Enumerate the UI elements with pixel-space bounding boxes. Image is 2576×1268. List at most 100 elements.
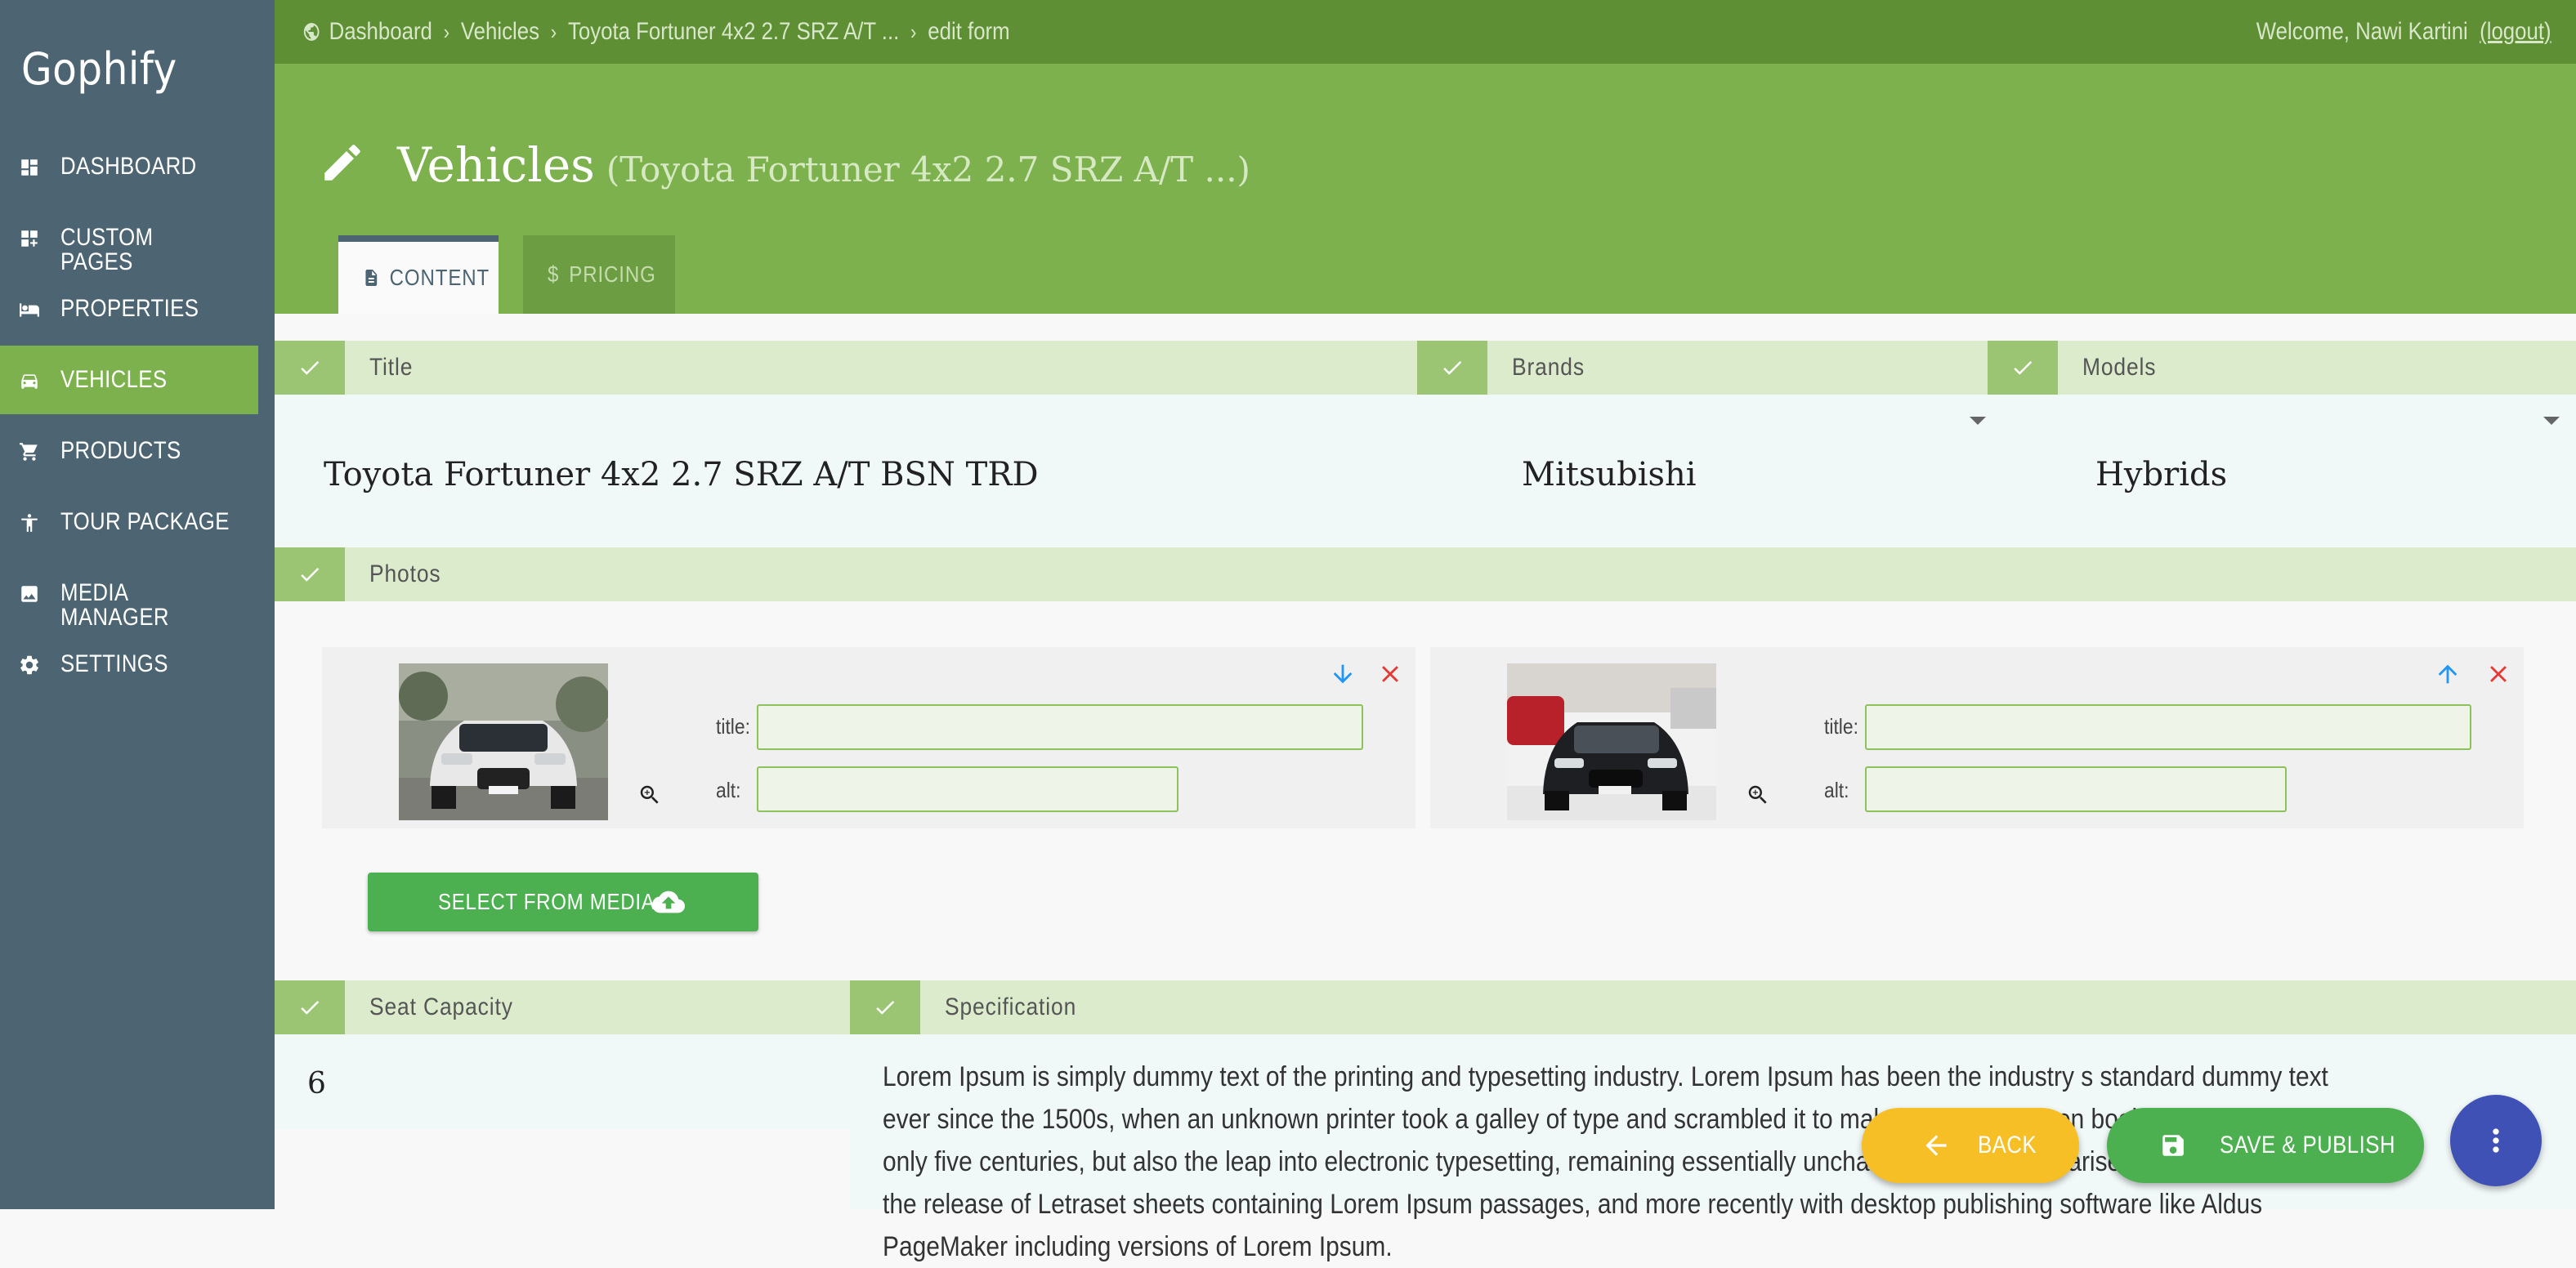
field-label: Specification — [945, 993, 1077, 1020]
field-label: Photos — [369, 560, 441, 587]
tab-pricing[interactable]: $ PRICING — [523, 235, 675, 314]
breadcrumb-dashboard[interactable]: Dashboard — [329, 18, 432, 46]
chevron-right-icon: › — [550, 20, 557, 44]
photo-card: title: alt: — [322, 647, 1415, 828]
photo-alt-label: alt: — [1824, 778, 1849, 802]
check-icon — [1417, 341, 1487, 395]
select-from-media-button[interactable]: SELECT FROM MEDIA — [368, 873, 758, 931]
breadcrumb-vehicle[interactable]: Toyota Fortuner 4x2 2.7 SRZ A/T ... — [568, 18, 899, 46]
models-field-header: Models — [1988, 341, 2576, 395]
sidebar-item-label: SETTINGS — [60, 650, 168, 677]
logout-link[interactable]: (logout) — [2480, 18, 2551, 45]
photo-thumbnail[interactable] — [399, 663, 608, 820]
photo-alt-input[interactable] — [1865, 766, 2287, 812]
sidebar-item-media-manager[interactable]: MEDIA MANAGER — [0, 559, 258, 631]
dollar-icon: $ — [548, 261, 560, 287]
page-subtitle: (Toyota Fortuner 4x2 2.7 SRZ A/T ...) — [606, 150, 1250, 190]
sidebar-item-label: CUSTOM PAGES — [60, 224, 154, 275]
zoom-icon[interactable] — [1746, 783, 1770, 807]
models-select[interactable]: Hybrids — [2095, 456, 2227, 493]
button-label: SELECT FROM MEDIA — [438, 889, 655, 914]
document-icon — [365, 270, 378, 286]
check-icon — [275, 341, 345, 395]
sidebar-item-label: MEDIA MANAGER — [60, 579, 169, 631]
breadcrumb-current: edit form — [928, 18, 1010, 45]
chevron-down-icon[interactable] — [1970, 417, 1986, 425]
seat-capacity-input[interactable]: 6 — [307, 1067, 326, 1101]
photo-card: title: alt: — [1430, 647, 2524, 828]
check-icon — [850, 980, 920, 1034]
image-icon — [18, 583, 41, 605]
sidebar-item-label: PRODUCTS — [60, 437, 181, 464]
chevron-down-icon[interactable] — [2543, 417, 2560, 425]
sidebar-item-custom-pages[interactable]: CUSTOM PAGES — [0, 203, 258, 275]
app-brand[interactable]: Gophify — [21, 47, 177, 92]
photo-thumbnail[interactable] — [1507, 663, 1716, 820]
arrow-up-icon[interactable] — [2434, 660, 2462, 688]
sidebar-item-label: TOUR PACKAGE — [60, 508, 230, 535]
cloud-upload-icon — [652, 891, 685, 913]
globe-icon — [303, 23, 320, 41]
welcome-text: Welcome, Nawi Kartini — [2256, 18, 2469, 45]
back-label: BACK — [1978, 1132, 2037, 1159]
dashboard-icon — [18, 156, 41, 179]
sidebar-item-vehicles[interactable]: VEHICLES — [0, 346, 258, 414]
arrow-down-icon[interactable] — [1329, 660, 1357, 688]
breadcrumb-vehicles[interactable]: Vehicles — [461, 18, 539, 46]
sidebar-item-label: VEHICLES — [60, 366, 168, 393]
save-label: SAVE & PUBLISH — [2220, 1132, 2396, 1159]
tab-label: CONTENT — [389, 265, 490, 290]
check-icon — [275, 547, 345, 601]
specification-field-header: Specification — [850, 980, 2576, 1034]
person-icon — [18, 511, 41, 534]
photo-title-label: title: — [716, 714, 750, 739]
sidebar: Gophify DASHBOARD CUSTOM PAGES PROPERTIE… — [0, 0, 275, 1209]
field-label: Models — [2082, 354, 2157, 381]
title-input[interactable]: Toyota Fortuner 4x2 2.7 SRZ A/T BSN TRD — [324, 456, 1039, 493]
breadcrumb: Dashboard › Vehicles › Toyota Fortuner 4… — [302, 18, 1010, 46]
user-greeting: Welcome, Nawi Kartini (logout) — [2256, 18, 2551, 46]
chevron-right-icon: › — [910, 20, 917, 44]
sidebar-item-properties[interactable]: PROPERTIES — [0, 275, 258, 343]
page-title: Vehicles (Toyota Fortuner 4x2 2.7 SRZ A/T… — [397, 139, 1250, 196]
seat-capacity-field-header: Seat Capacity — [275, 980, 850, 1034]
photo-alt-input[interactable] — [757, 766, 1178, 812]
photo-title-label: title: — [1824, 714, 1858, 739]
sidebar-item-settings[interactable]: SETTINGS — [0, 630, 258, 699]
field-label: Title — [369, 354, 414, 381]
sidebar-item-dashboard[interactable]: DASHBOARD — [0, 132, 258, 201]
photo-title-input[interactable] — [1865, 704, 2471, 750]
seat-capacity-body — [275, 1034, 850, 1129]
page-title-text: Vehicles — [397, 137, 595, 193]
sidebar-item-label: DASHBOARD — [60, 153, 197, 180]
top-bar: Dashboard › Vehicles › Toyota Fortuner 4… — [275, 0, 2576, 64]
tab-label: PRICING — [569, 261, 656, 287]
brands-field-header: Brands — [1417, 341, 1988, 395]
photos-field-header: Photos — [275, 547, 2576, 601]
car-icon — [18, 369, 41, 392]
field-label: Brands — [1512, 354, 1585, 381]
chevron-right-icon: › — [443, 20, 450, 44]
photo-alt-label: alt: — [716, 778, 741, 802]
check-icon — [1988, 341, 2058, 395]
photo-title-input[interactable] — [757, 704, 1363, 750]
save-icon — [2162, 1135, 2184, 1156]
zoom-icon[interactable] — [637, 783, 662, 807]
arrow-left-icon — [1925, 1135, 1947, 1156]
pencil-icon — [324, 145, 360, 181]
bed-icon — [18, 298, 41, 321]
gear-icon — [18, 654, 41, 676]
tab-content[interactable]: CONTENT — [338, 235, 499, 314]
save-publish-button[interactable]: SAVE & PUBLISH — [2107, 1108, 2424, 1183]
brands-select[interactable]: Mitsubishi — [1522, 456, 1697, 493]
back-button[interactable]: BACK — [1862, 1108, 2079, 1183]
close-icon[interactable] — [1376, 660, 1404, 688]
cart-icon — [18, 440, 41, 463]
sidebar-item-products[interactable]: PRODUCTS — [0, 417, 258, 485]
close-icon[interactable] — [2484, 660, 2512, 688]
more-options-button[interactable] — [2450, 1095, 2542, 1186]
sidebar-item-tour-package[interactable]: TOUR PACKAGE — [0, 488, 258, 556]
sidebar-item-label: PROPERTIES — [60, 295, 199, 322]
page-header: Vehicles (Toyota Fortuner 4x2 2.7 SRZ A/T… — [275, 64, 2576, 314]
title-field-header: Title — [275, 341, 1417, 395]
